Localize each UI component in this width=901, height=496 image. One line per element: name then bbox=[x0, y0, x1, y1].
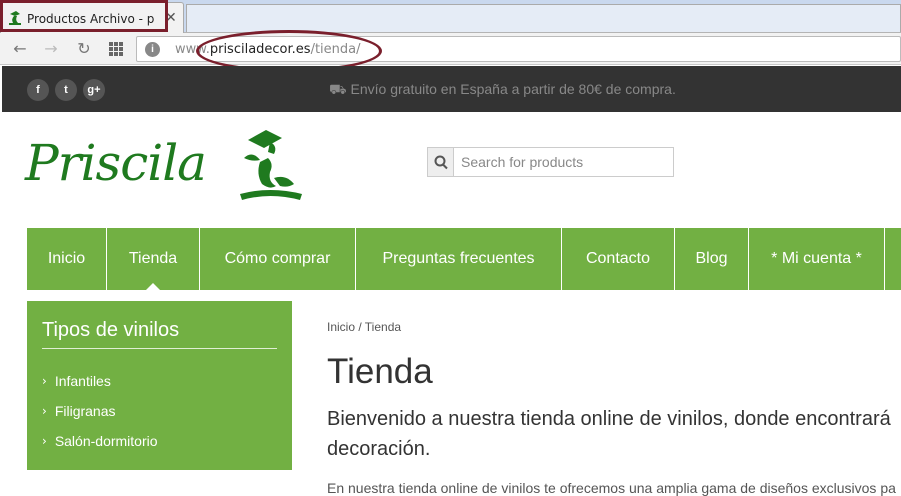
nav-item-contacto[interactable]: Contacto bbox=[562, 228, 675, 290]
google-plus-icon[interactable]: g+ bbox=[83, 79, 105, 101]
url-path: /tienda/ bbox=[310, 42, 361, 57]
tab-title: Productos Archivo - pris bbox=[27, 12, 155, 26]
intro-lead: Bienvenido a nuestra tienda online de vi… bbox=[327, 408, 891, 460]
chevron-right-icon: › bbox=[42, 404, 47, 418]
sidebar-list: › Infantiles › Filigranas › Salón-dormit… bbox=[42, 366, 277, 456]
sidebar-item-salon-dormitorio[interactable]: › Salón-dormitorio bbox=[42, 426, 277, 456]
forward-arrow-icon[interactable]: → bbox=[40, 38, 62, 60]
nav-item-como-comprar[interactable]: Cómo comprar bbox=[200, 228, 356, 290]
search-input[interactable] bbox=[455, 148, 673, 176]
nav-item-blog[interactable]: Blog bbox=[675, 228, 749, 290]
nav-item-tienda[interactable]: Tienda bbox=[107, 228, 200, 290]
breadcrumb: Inicio / Tienda bbox=[327, 320, 402, 334]
address-bar[interactable]: i www.prisciladecor.es/tienda/ bbox=[136, 36, 901, 62]
sidebar-title: Tipos de vinilos bbox=[42, 319, 277, 349]
sidebar-item-label: Salón-dormitorio bbox=[54, 433, 158, 449]
twitter-icon[interactable]: t bbox=[55, 79, 77, 101]
url-domain: prisciladecor.es bbox=[209, 42, 311, 57]
browser-tabstrip: Productos Archivo - pris ✕ bbox=[0, 0, 901, 33]
main-navigation: Inicio Tienda Cómo comprar Preguntas fre… bbox=[27, 228, 901, 290]
apps-grid-icon[interactable] bbox=[107, 40, 125, 58]
sidebar-item-infantiles[interactable]: › Infantiles bbox=[42, 366, 277, 396]
truck-icon: ⛟ bbox=[329, 81, 347, 97]
back-arrow-icon[interactable]: ← bbox=[9, 38, 31, 60]
new-tab-button[interactable] bbox=[186, 4, 901, 32]
shipping-text: Envío gratuito en España a partir de 80€… bbox=[350, 81, 676, 97]
facebook-icon[interactable]: f bbox=[27, 79, 49, 101]
sidebar-item-label: Filigranas bbox=[54, 403, 116, 419]
sidebar-categories: Tipos de vinilos › Infantiles › Filigran… bbox=[27, 301, 292, 470]
tab-close-icon[interactable]: ✕ bbox=[165, 10, 177, 26]
browser-toolbar: ← → ↻ i www.prisciladecor.es/tienda/ bbox=[0, 33, 901, 65]
browser-tab-active[interactable]: Productos Archivo - pris ✕ bbox=[0, 2, 184, 33]
page-title: Tienda bbox=[327, 352, 433, 391]
sidebar-item-filigranas[interactable]: › Filigranas bbox=[42, 396, 277, 426]
shipping-notice: ⛟ Envío gratuito en España a partir de 8… bbox=[329, 81, 676, 100]
priscila-favicon-icon bbox=[9, 11, 21, 25]
site-logo[interactable]: Priscila bbox=[25, 128, 305, 208]
intro-body: En nuestra tienda online de vinilos te o… bbox=[327, 480, 896, 496]
logo-text: Priscila bbox=[25, 134, 207, 192]
url-text: www.prisciladecor.es/tienda/ bbox=[175, 42, 361, 57]
page-info-icon[interactable]: i bbox=[145, 42, 160, 57]
nav-item-inicio[interactable]: Inicio bbox=[27, 228, 107, 290]
search-icon bbox=[434, 155, 448, 170]
nav-item-mi-cuenta[interactable]: * Mi cuenta * bbox=[749, 228, 885, 290]
chevron-right-icon: › bbox=[42, 374, 47, 388]
top-info-bar: f t g+ ⛟ Envío gratuito en España a part… bbox=[2, 66, 901, 112]
reload-icon[interactable]: ↻ bbox=[73, 38, 95, 60]
sidebar-item-label: Infantiles bbox=[54, 373, 111, 389]
product-search bbox=[427, 147, 674, 177]
logo-figure-icon bbox=[240, 130, 302, 200]
search-button[interactable] bbox=[428, 148, 454, 176]
nav-item-preguntas-frecuentes[interactable]: Preguntas frecuentes bbox=[356, 228, 562, 290]
url-prefix: www. bbox=[175, 42, 210, 57]
chevron-right-icon: › bbox=[42, 434, 47, 448]
